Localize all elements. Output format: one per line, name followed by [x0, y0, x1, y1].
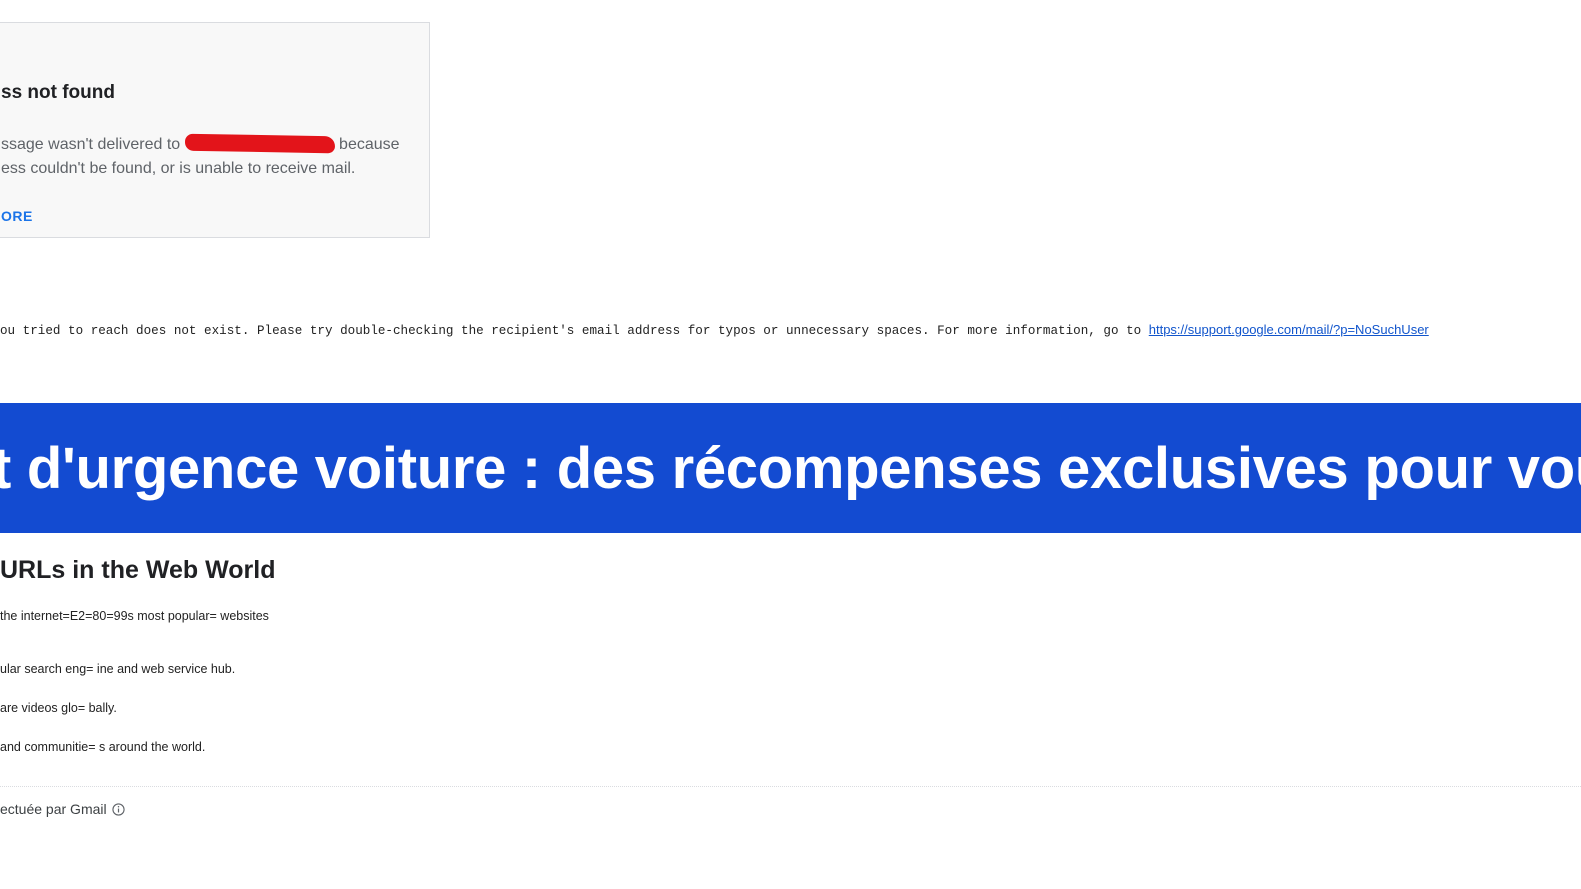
bounce-message-before: ssage wasn't delivered to [1, 136, 185, 153]
translation-footer: ectuée par Gmail [0, 801, 125, 817]
footer-text: ectuée par Gmail [0, 801, 107, 817]
info-icon[interactable] [111, 802, 125, 816]
quoted-line: ular search eng= ine and web service hub… [0, 662, 236, 676]
delivery-status-text: ou tried to reach does not exist. Please… [0, 324, 1149, 338]
quoted-line: are videos glo= bally. [0, 701, 117, 715]
quoted-line: and communitie= s around the world. [0, 740, 206, 754]
bounce-message: ssage wasn't delivered to because ess co… [1, 133, 421, 181]
bounce-message-line-1: ssage wasn't delivered to because [1, 133, 421, 157]
quoted-heading: URLs in the Web World [0, 556, 276, 584]
bounce-message-after: because [334, 136, 400, 153]
bounce-card: ss not found ssage wasn't delivered to b… [0, 22, 430, 238]
promo-banner: t d'urgence voiture : des récompenses ex… [0, 403, 1581, 533]
learn-more-link[interactable]: ORE [1, 208, 33, 224]
quoted-line: the internet=E2=80=99s most popular= web… [0, 609, 269, 623]
redacted-email-mark [184, 133, 335, 154]
dotted-divider [0, 786, 1581, 787]
bounce-message-line-2: ess couldn't be found, or is unable to r… [1, 160, 356, 177]
banner-text: t d'urgence voiture : des récompenses ex… [0, 436, 1581, 501]
bounce-title: ss not found [1, 82, 115, 103]
support-link[interactable]: https://support.google.com/mail/?p=NoSuc… [1149, 322, 1429, 337]
delivery-status-message: ou tried to reach does not exist. Please… [0, 322, 1429, 338]
